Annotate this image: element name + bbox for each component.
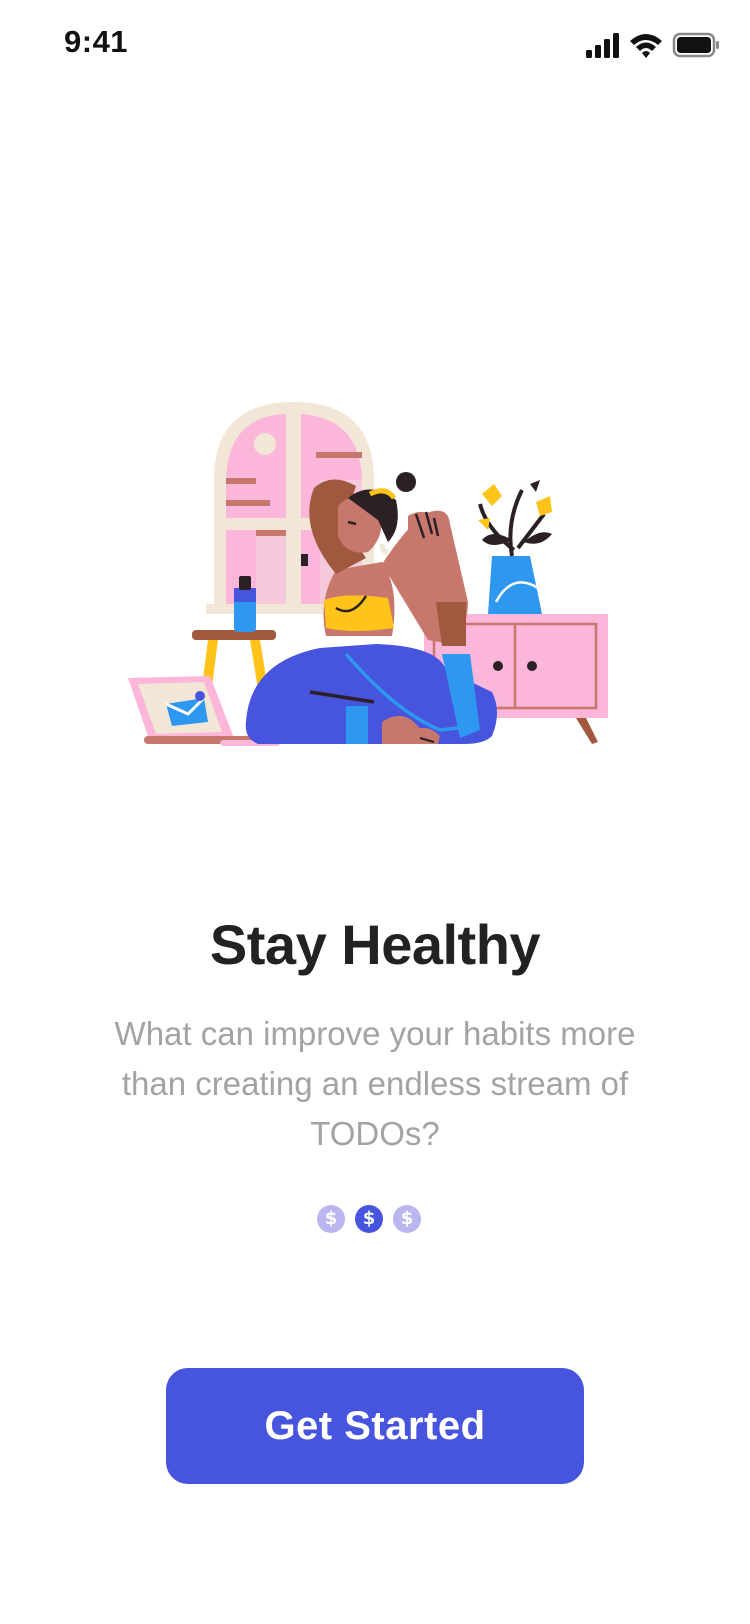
- wifi-icon: [630, 34, 662, 58]
- status-time: 9:41: [64, 24, 129, 59]
- yoga-illustration-icon: [128, 402, 608, 746]
- page-title: Stay Healthy: [209, 913, 541, 976]
- status-icons: [586, 32, 719, 58]
- page-indicator: $ $ $: [317, 1205, 421, 1237]
- battery-icon: [672, 32, 719, 58]
- status-bar: 9:41: [0, 0, 750, 92]
- page-indicator-dot-active[interactable]: $: [355, 1205, 383, 1233]
- signal-icon: [586, 33, 619, 58]
- vase-icon: [478, 480, 552, 614]
- get-started-button[interactable]: Get Started: [166, 1368, 584, 1484]
- page-indicator-dot[interactable]: $: [317, 1205, 345, 1233]
- page-indicator-dot[interactable]: $: [393, 1205, 421, 1233]
- page-subtitle: What can improve your habits more than c…: [114, 1015, 636, 1152]
